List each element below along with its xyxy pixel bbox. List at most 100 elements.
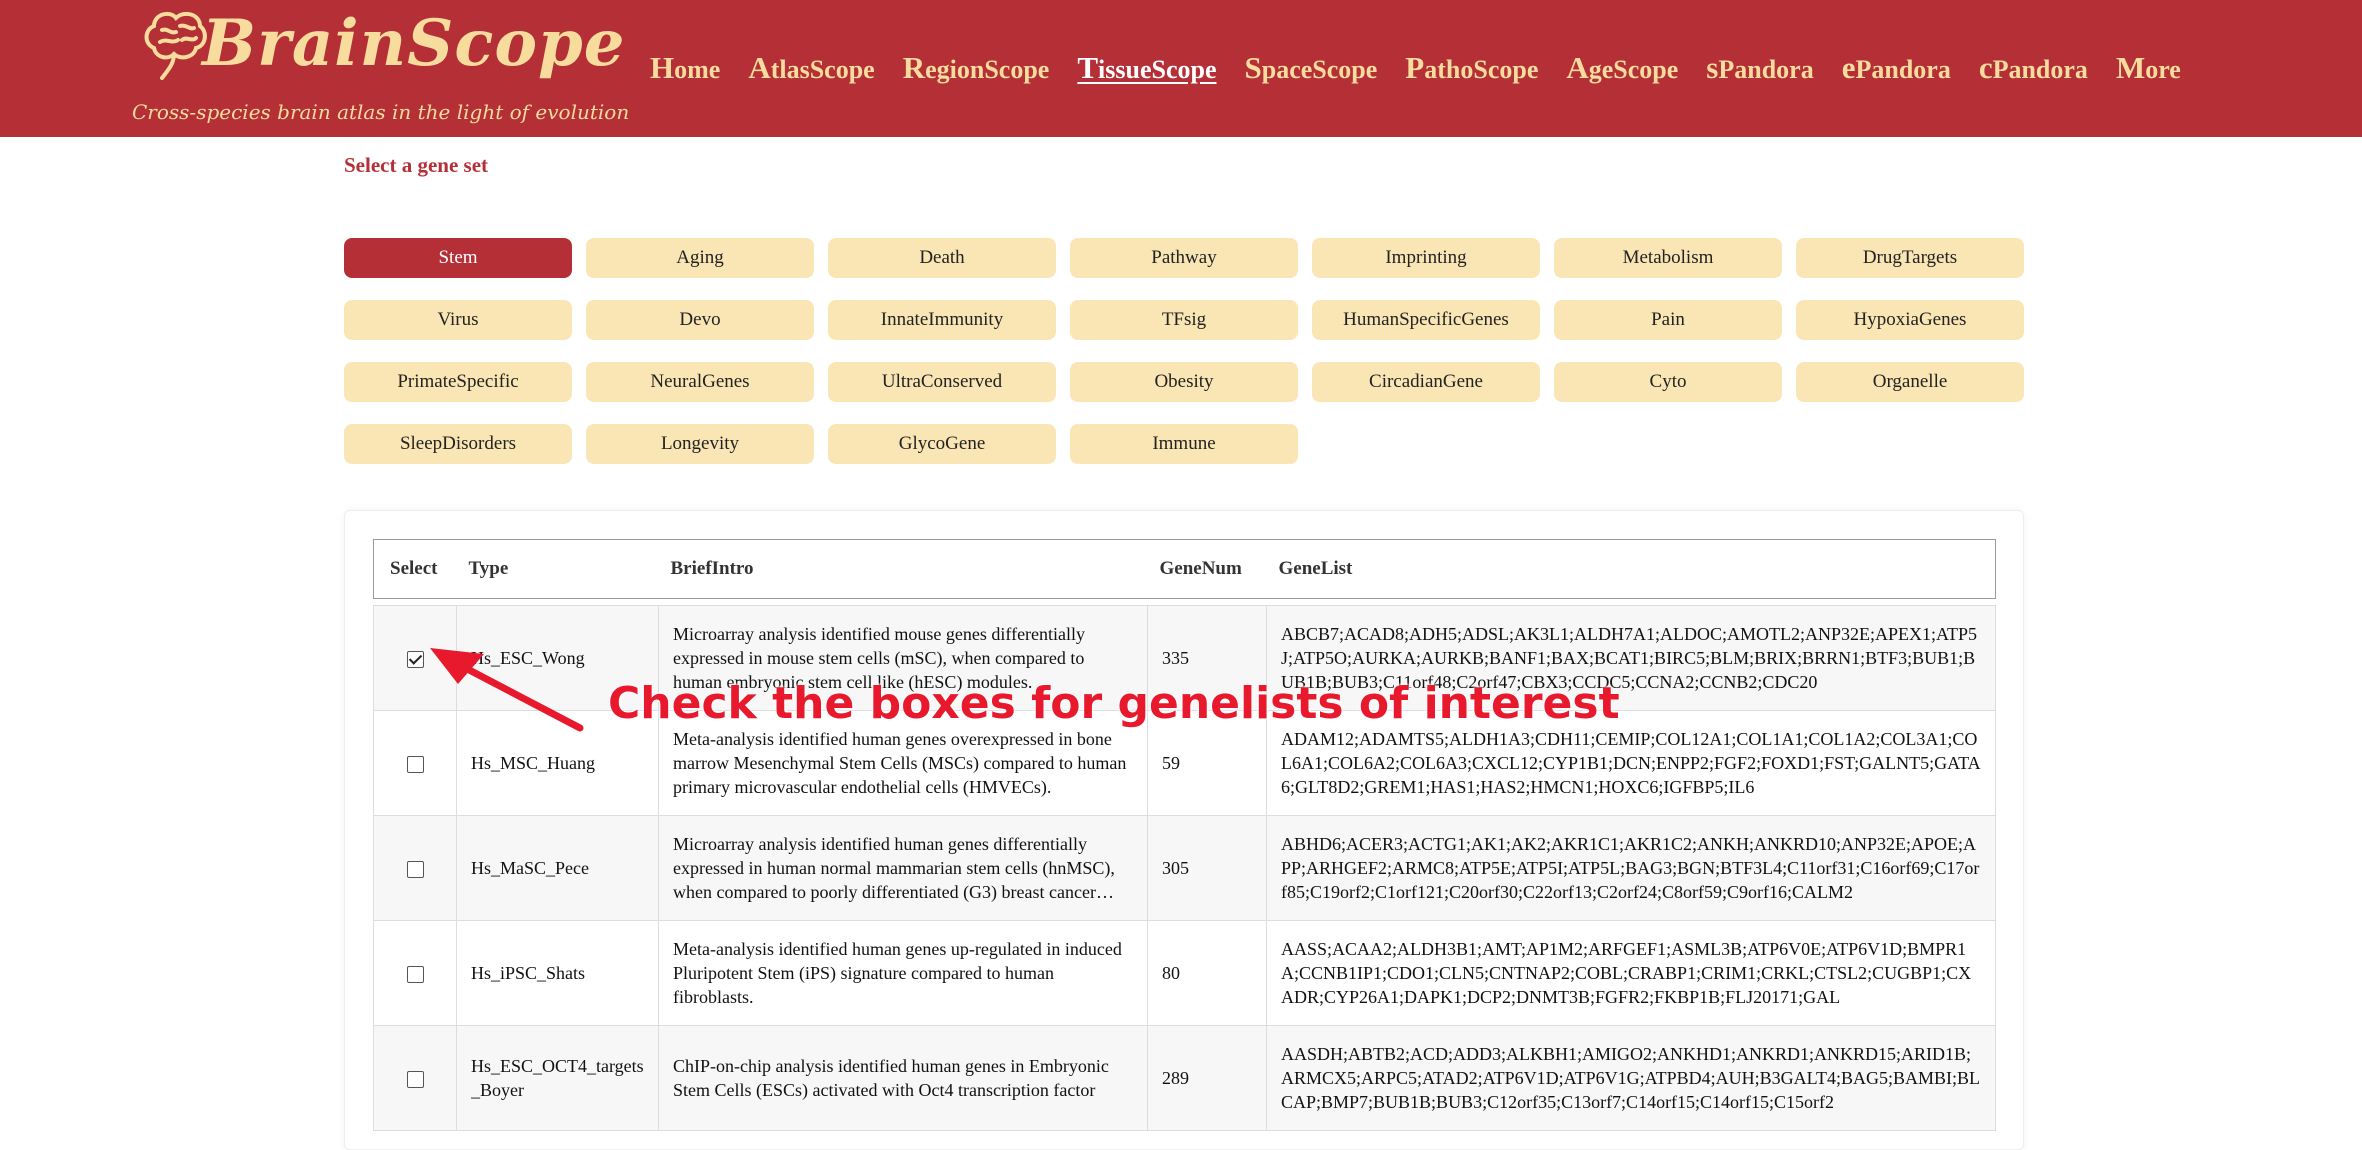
col-header-briefintro[interactable]: BriefIntro (658, 539, 1148, 599)
nav-label-initial: H (650, 50, 675, 85)
chip-drugtargets[interactable]: DrugTargets (1796, 238, 2024, 278)
type-cell: Hs_ESC_OCT4_targets_Boyer (456, 1025, 659, 1131)
chip-innateimmunity[interactable]: InnateImmunity (828, 300, 1056, 340)
nav-label-initial: P (1405, 50, 1425, 85)
chip-pathway[interactable]: Pathway (1070, 238, 1298, 278)
annotation-arrow-icon (430, 648, 584, 732)
site-header: BrainScope Cross-species brain atlas in … (0, 0, 2362, 137)
nav-label-initial: T (1077, 50, 1099, 85)
nav-label-rest: Pandora (1855, 55, 1951, 84)
table-row: Hs_MaSC_Pece Microarray analysis identifi… (373, 815, 1996, 921)
logo-tagline: Cross-species brain atlas in the light o… (132, 100, 630, 124)
col-header-select[interactable]: Select (373, 539, 457, 599)
nav-label-initial: R (902, 50, 926, 85)
row-select-checkbox[interactable] (406, 1071, 424, 1089)
nav-pathoscope[interactable]: PathoScope (1405, 50, 1538, 86)
nav-spandora[interactable]: sPandora (1706, 50, 1813, 86)
nav-label-rest: egionScope (925, 55, 1050, 84)
row-select-checkbox[interactable] (406, 966, 424, 984)
briefintro-cell-text: Meta-analysis identified human genes up-… (673, 939, 1122, 1007)
nav-label-rest: Pandora (1992, 55, 2088, 84)
col-header-genenum[interactable]: GeneNum (1147, 539, 1267, 599)
genelist-cell: ABHD6;ACER3;ACTG1;AK1;AK2;AKR1C1;AKR1C2;… (1266, 815, 1996, 921)
logo-title: BrainScope (202, 6, 626, 81)
chip-circadiangene[interactable]: CircadianGene (1312, 362, 1540, 402)
genenum-cell: 305 (1147, 815, 1267, 921)
chip-tfsig[interactable]: TFsig (1070, 300, 1298, 340)
genelist-cell-text: ABHD6;ACER3;ACTG1;AK1;AK2;AKR1C1;AKR1C2;… (1281, 834, 1980, 902)
type-cell-text: Hs_ESC_OCT4_targets_Boyer (471, 1056, 644, 1100)
chip-neuralgenes[interactable]: NeuralGenes (586, 362, 814, 402)
site-logo[interactable]: BrainScope Cross-species brain atlas in … (130, 6, 629, 131)
nav-more[interactable]: More (2116, 50, 2181, 86)
genelist-cell: AASDH;ABTB2;ACD;ADD3;ALKBH1;AMIGO2;ANKHD… (1266, 1025, 1996, 1131)
chip-stem[interactable]: Stem (344, 238, 572, 278)
chip-devo[interactable]: Devo (586, 300, 814, 340)
brain-icon (144, 11, 207, 80)
table-spacer (374, 599, 1996, 606)
chip-pain[interactable]: Pain (1554, 300, 1782, 340)
nav-cpandora[interactable]: cPandora (1979, 50, 2088, 86)
nav-label-rest: tlasScope (770, 55, 875, 84)
nav-label-initial: A (748, 50, 771, 85)
col-header-type[interactable]: Type (456, 539, 659, 599)
nav-label-initial: A (1566, 50, 1589, 85)
nav-tissuescope[interactable]: TissueScope (1077, 50, 1216, 86)
nav-label-rest: ome (674, 55, 721, 84)
nav-label-rest: issueScope (1098, 55, 1217, 84)
row-select-checkbox[interactable] (406, 756, 424, 774)
nav-label-initial: e (1841, 50, 1856, 85)
row-select-checkbox[interactable] (406, 861, 424, 879)
chip-aging[interactable]: Aging (586, 238, 814, 278)
nav-atlasscope[interactable]: AtlasScope (748, 50, 874, 86)
genenum-cell: 80 (1147, 920, 1267, 1026)
genelist-cell-text: AASDH;ABTB2;ACD;ADD3;ALKBH1;AMIGO2;ANKHD… (1281, 1044, 1980, 1112)
table-header-row: Select Type BriefIntro GeneNum GeneList (373, 539, 1996, 599)
briefintro-cell: ChIP-on-chip analysis identified human g… (658, 1025, 1148, 1131)
chip-obesity[interactable]: Obesity (1070, 362, 1298, 402)
chip-death[interactable]: Death (828, 238, 1056, 278)
briefintro-cell: Meta-analysis identified human genes up-… (658, 920, 1148, 1026)
nav-label-rest: athoScope (1424, 55, 1539, 84)
chip-imprinting[interactable]: Imprinting (1312, 238, 1540, 278)
col-header-genelist[interactable]: GeneList (1266, 539, 1996, 599)
genelist-cell-text: AASS;ACAA2;ALDH3B1;AMT;AP1M2;ARFGEF1;ASM… (1281, 939, 1972, 1007)
gene-set-chips: Stem Aging Death Pathway Imprinting Metabolis… (344, 238, 2024, 464)
briefintro-cell: Microarray analysis identified human gen… (658, 815, 1148, 921)
main-nav: Home AtlasScope RegionScope TissueScope Spac… (650, 48, 2181, 88)
chip-immune[interactable]: Immune (1070, 424, 1298, 464)
nav-spacescope[interactable]: SpaceScope (1245, 50, 1378, 86)
section-title: Select a gene set (344, 153, 489, 177)
chip-cyto[interactable]: Cyto (1554, 362, 1782, 402)
briefintro-cell-text: ChIP-on-chip analysis identified human g… (673, 1056, 1109, 1100)
chip-organelle[interactable]: Organelle (1796, 362, 2024, 402)
chip-sleepdisorders[interactable]: SleepDisorders (344, 424, 572, 464)
annotation-text: Check the boxes for genelists of interes… (608, 678, 1620, 729)
nav-agescope[interactable]: AgeScope (1566, 50, 1678, 86)
type-cell-text: Hs_iPSC_Shats (471, 963, 586, 983)
nav-home[interactable]: Home (650, 50, 720, 86)
type-cell: Hs_MaSC_Pece (456, 815, 659, 921)
gene-list-table: Select Type BriefIntro GeneNum GeneList … (373, 539, 1996, 1131)
chip-primatespecific[interactable]: PrimateSpecific (344, 362, 572, 402)
nav-epandora[interactable]: ePandora (1842, 50, 1951, 86)
chip-hypoxiagenes[interactable]: HypoxiaGenes (1796, 300, 2024, 340)
chip-humanspecificgenes[interactable]: HumanSpecificGenes (1312, 300, 1540, 340)
nav-label-rest: geScope (1588, 55, 1679, 84)
nav-label-initial: c (1978, 50, 1993, 85)
table-row: Hs_iPSC_Shats Meta-analysis identified hu… (373, 920, 1996, 1026)
genenum-cell: 289 (1147, 1025, 1267, 1131)
chip-glycogene[interactable]: GlycoGene (828, 424, 1056, 464)
nav-label-rest: ore (2145, 55, 2181, 84)
nav-label-initial: M (2115, 50, 2146, 85)
chip-ultraconserved[interactable]: UltraConserved (828, 362, 1056, 402)
genelist-cell-text: ADAM12;ADAMTS5;ALDH1A3;CDH11;CEMIP;COL12… (1281, 729, 1981, 797)
chip-metabolism[interactable]: Metabolism (1554, 238, 1782, 278)
nav-label-rest: Pandora (1718, 55, 1814, 84)
genelist-cell: AASS;ACAA2;ALDH3B1;AMT;AP1M2;ARFGEF1;ASM… (1266, 920, 1996, 1026)
chip-virus[interactable]: Virus (344, 300, 572, 340)
nav-regionscope[interactable]: RegionScope (903, 50, 1050, 86)
chip-longevity[interactable]: Longevity (586, 424, 814, 464)
type-cell-text: Hs_MaSC_Pece (471, 858, 589, 878)
select-cell (373, 920, 457, 1026)
